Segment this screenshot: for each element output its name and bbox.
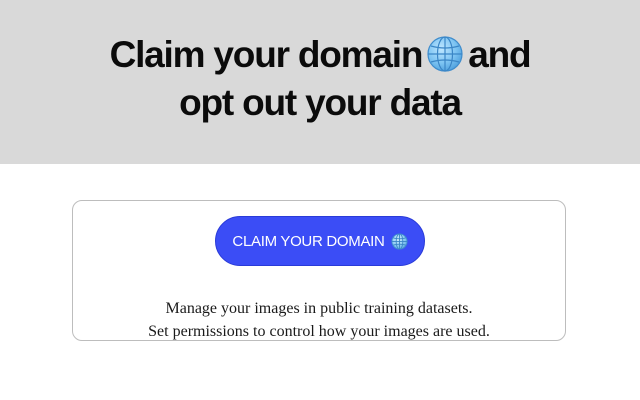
card-description-line-2: Set permissions to control how your imag… — [148, 323, 490, 340]
card-description-line-1: Manage your images in public training da… — [165, 300, 473, 317]
hero-title-text-end: and — [468, 34, 531, 75]
hero-title: Claim your domain and opt out your data — [0, 31, 640, 127]
hero-title-line-2: opt out your data — [179, 82, 462, 123]
hero-title-text-start: Claim your domain — [109, 34, 424, 75]
globe-icon — [391, 232, 408, 250]
hero-title-line-1: Claim your domain and — [0, 31, 640, 79]
hero-banner: Claim your domain and opt out your data — [0, 0, 640, 164]
claim-domain-card: CLAIM YOUR DOMAIN Manage your images in … — [72, 200, 566, 341]
claim-domain-button-label: CLAIM YOUR DOMAIN — [232, 232, 385, 250]
globe-icon — [426, 35, 464, 73]
claim-domain-button[interactable]: CLAIM YOUR DOMAIN — [215, 216, 425, 266]
card-description: Manage your images in public training da… — [73, 297, 565, 343]
